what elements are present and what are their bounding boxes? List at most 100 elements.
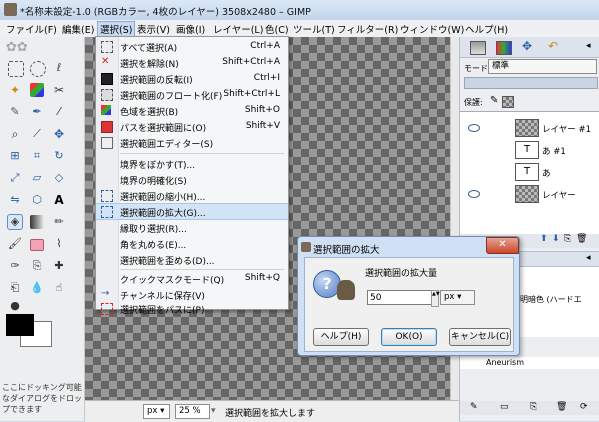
rotate-tool-icon[interactable]: ↻ [52,149,66,163]
cancel-button[interactable]: キャンセル(C) [449,328,511,346]
delete-brush-icon[interactable]: 🗑 [556,402,567,412]
lasso-tool-icon[interactable]: ℓ [52,61,66,75]
ink-tool-icon[interactable]: ✑ [8,259,22,273]
flip-tool-icon[interactable]: ⇋ [8,193,22,207]
layer-row[interactable]: T あ #1 [460,138,599,160]
measure-tool-icon[interactable]: ⟋ [30,127,44,141]
layer-row[interactable]: レイヤー [460,182,599,204]
raise-layer-icon[interactable]: ⬆ [540,234,548,244]
spin-buttons[interactable]: ▲▼ [431,290,440,307]
menu-tools[interactable]: ツール(T) [293,22,335,36]
heal-tool-icon[interactable]: ✚ [52,259,66,273]
brush-name[interactable]: 明暗色 (ハードエ [520,294,582,305]
fuzzy-select-tool-icon[interactable]: ✦ [8,83,22,97]
menu-item-by-color[interactable]: 色域を選択(B) Shift+O [96,103,288,118]
cage-tool-icon[interactable]: ⬡ [30,193,44,207]
menu-item-float[interactable]: 選択範囲のフロート化(F) Shift+Ctrl+L [96,87,288,102]
layer-row[interactable]: T あ [460,160,599,182]
edit-brush-icon[interactable]: ✎ [470,402,478,412]
menu-item-save-channel[interactable]: → チャンネルに保存(V) [96,287,288,303]
zoom-selector[interactable]: 25 % [175,404,210,419]
crop-tool-icon[interactable]: ⌗ [30,149,44,163]
smudge-tool-icon[interactable]: ☝ [52,281,66,295]
lock-pixels-icon[interactable]: ✎ [490,95,498,106]
bucket-fill-tool-icon[interactable]: ◈ [7,214,23,230]
menu-item-selection-editor[interactable]: 選択範囲エディター(S) [96,135,288,150]
dock-menu-icon[interactable]: ◂ [586,41,591,51]
menu-file[interactable]: ファイル(F) [6,22,57,36]
delete-layer-icon[interactable]: 🗑 [576,234,587,244]
menu-item-quick-mask[interactable]: クイックマスクモード(Q) Shift+Q [96,271,288,286]
menu-item-invert[interactable]: 選択範囲の反転(I) Ctrl+I [96,71,288,86]
visibility-eye-icon[interactable] [468,190,480,198]
zoom-tool-icon[interactable]: ⌕ [8,127,22,141]
brushes-dock-menu-icon[interactable]: ◂ [586,253,591,263]
perspective-tool-icon[interactable]: ◇ [52,171,66,185]
blend-tool-icon[interactable] [30,215,44,229]
menu-filters[interactable]: フィルター(R) [337,22,398,36]
grow-amount-input[interactable] [367,290,435,305]
foreground-select-tool-icon[interactable]: ✎ [8,105,22,119]
ellipse-select-tool-icon[interactable] [30,61,46,77]
menu-edit[interactable]: 編集(E) [62,22,94,36]
foreground-color-swatch[interactable] [6,314,34,336]
mode-select[interactable]: 標準 [488,59,597,74]
perspective-clone-tool-icon[interactable]: ⎗ [8,281,22,295]
menu-select[interactable]: 選択(S) [97,21,136,37]
opacity-slider[interactable] [464,77,598,89]
new-brush-icon[interactable]: ▭ [500,402,509,412]
menu-item-grow[interactable]: 選択範囲の拡大(G)... [96,203,288,220]
menu-item-select-none[interactable]: ✕ 選択を解除(N) Shift+Ctrl+A [96,55,288,71]
tab-paths-icon[interactable]: ✥ [522,39,532,53]
pencil-tool-icon[interactable]: ✏ [52,215,66,229]
layer-row[interactable]: レイヤー #1 [460,116,599,138]
ok-button[interactable]: OK(O) [381,328,437,346]
scale-tool-icon[interactable]: ⤢ [8,171,22,185]
menu-item-from-path[interactable]: パスを選択範囲に(O) Shift+V [96,119,288,134]
clone-tool-icon[interactable]: ⎘ [30,259,44,273]
help-button[interactable]: ヘルプ(H) [313,328,369,346]
menu-item-border[interactable]: 縁取り選択(R)... [96,220,288,235]
menu-image[interactable]: 画像(I) [176,22,205,36]
lower-layer-icon[interactable]: ⬇ [552,234,560,244]
tab-layers-icon[interactable] [470,41,486,55]
select-by-color-tool-icon[interactable] [30,83,44,97]
move-tool-icon[interactable]: ✥ [52,127,66,141]
menu-help[interactable]: ヘルプ(H) [465,22,508,36]
menu-colors[interactable]: 色(C) [265,22,289,36]
menu-item-shrink[interactable]: 選択範囲の縮小(H)... [96,188,288,203]
menu-item-to-path[interactable]: 選択範囲をパスに(P) [96,301,288,316]
color-picker-tool-icon[interactable]: ⁄ [52,105,66,119]
rect-select-tool-icon[interactable] [8,61,24,77]
grow-unit-select[interactable]: px ▾ [440,290,475,305]
menu-layer[interactable]: レイヤー(L) [213,22,263,36]
refresh-brushes-icon[interactable]: ⟳ [580,402,588,412]
duplicate-layer-icon[interactable]: ⎘ [564,234,571,244]
zoom-dropdown-icon[interactable]: ▾ [211,406,216,416]
close-icon[interactable]: ✕ [486,237,519,254]
shear-tool-icon[interactable]: ▱ [30,171,44,185]
paths-tool-icon[interactable]: ✒ [30,105,44,119]
menu-item-feather[interactable]: 境界をぼかす(T)... [96,156,288,171]
scissors-tool-icon[interactable]: ✂ [52,83,66,97]
menu-windows[interactable]: ウィンドウ(W) [400,22,464,36]
lock-alpha-icon[interactable] [502,96,514,108]
text-tool-icon[interactable]: A [52,193,66,207]
menu-item-rounded[interactable]: 角を丸める(E)... [96,236,288,251]
blur-tool-icon[interactable]: 💧 [30,281,44,295]
align-tool-icon[interactable]: ⊞ [8,149,22,163]
menu-item-select-all[interactable]: すべて選択(A) Ctrl+A [96,39,288,54]
brush-row[interactable]: Aneurism [460,357,599,369]
menu-item-sharpen[interactable]: 境界の明確化(S) [96,172,288,187]
duplicate-brush-icon[interactable]: ⎘ [530,402,537,412]
menu-item-distort[interactable]: 選択範囲を歪める(D)... [96,252,288,267]
paintbrush-tool-icon[interactable]: 🖌 [8,237,22,251]
eraser-tool-icon[interactable] [30,239,44,251]
menu-view[interactable]: 表示(V) [137,22,170,36]
unit-selector[interactable]: px ▾ [143,404,170,419]
dodge-burn-tool-icon[interactable]: ● [8,299,22,313]
tab-channels-icon[interactable] [496,41,512,55]
tab-undo-icon[interactable]: ↶ [548,39,558,53]
visibility-eye-icon[interactable] [468,124,480,132]
airbrush-tool-icon[interactable]: ⌇ [52,237,66,251]
